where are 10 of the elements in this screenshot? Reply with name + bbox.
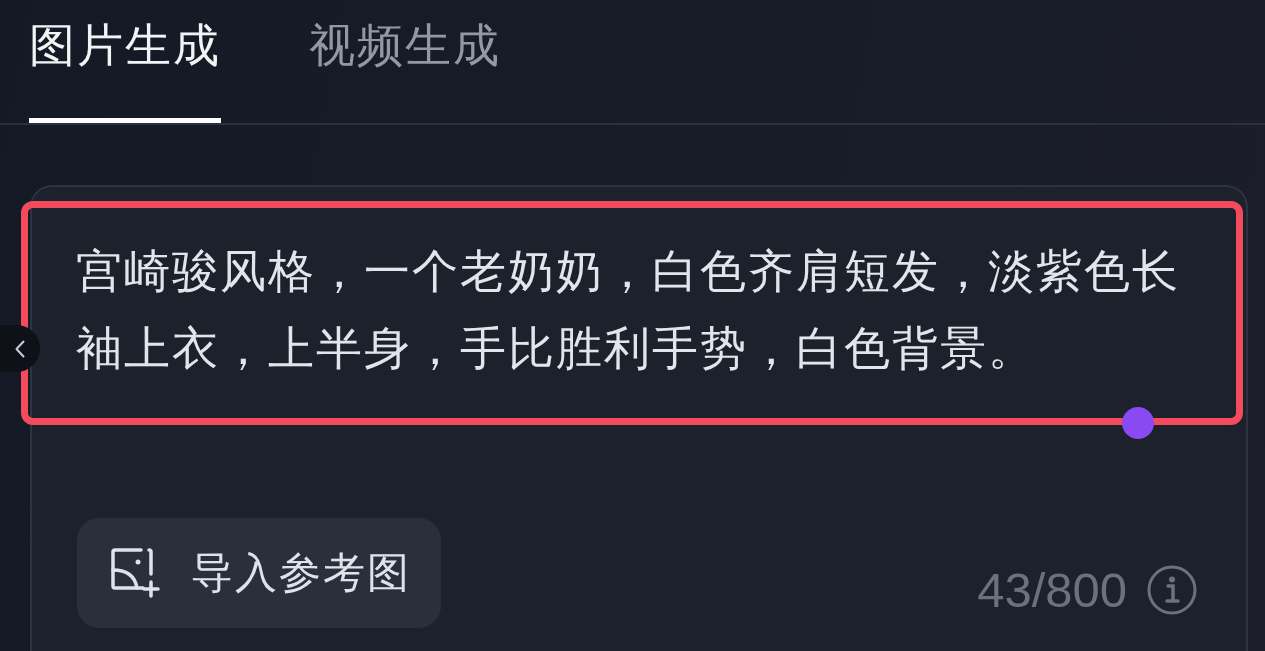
character-counter: 43/800 [977, 562, 1127, 618]
prompt-field[interactable]: 宫崎骏风格，一个老奶奶，白色齐肩短发，淡紫色长袖上衣，上半身，手比胜利手势，白色背景。 [76, 233, 1206, 399]
import-reference-button[interactable]: 导入参考图 [77, 518, 441, 628]
info-icon[interactable] [1147, 565, 1197, 615]
chevron-left-icon [15, 339, 25, 358]
cursor-dot-icon [1122, 407, 1154, 439]
tab[interactable]: 图片生成 [29, 0, 221, 123]
collapse-button[interactable] [0, 325, 40, 372]
tab[interactable]: 视频生成 [309, 0, 501, 123]
image-add-icon [111, 548, 161, 598]
